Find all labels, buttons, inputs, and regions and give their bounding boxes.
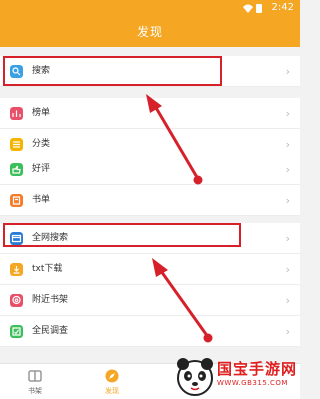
watermark-url: WWW.GB315.COM (217, 379, 288, 387)
watermark-title: 国宝手游网 (217, 360, 298, 378)
bookshelf-icon (28, 370, 42, 382)
panda-logo-icon (177, 358, 213, 396)
discover-icon (105, 369, 119, 383)
arrow-to-search (146, 94, 203, 185)
tab-discover[interactable]: 发现 (82, 364, 142, 399)
tab-bookshelf[interactable]: 书架 (5, 364, 65, 399)
watermark: 国宝手游网 WWW.GB315.COM (175, 354, 300, 399)
arrow-to-web-search (152, 258, 213, 343)
annotation-arrows (146, 94, 213, 343)
tab-discover-label: 发现 (105, 387, 119, 395)
tab-bookshelf-label: 书架 (28, 387, 42, 395)
